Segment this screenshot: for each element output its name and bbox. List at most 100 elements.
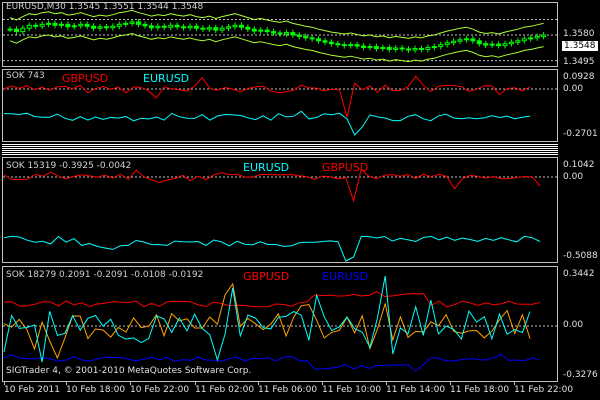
panel2-axis-min: -0.5088: [563, 251, 598, 261]
candle-body: [489, 43, 495, 46]
chart-terminal: EURUSD,M30 1.3545 1.3551 1.3544 1.3548 1…: [0, 0, 600, 400]
candle-body: [444, 42, 450, 46]
candle-body: [361, 45, 367, 49]
candle-body: [219, 27, 225, 31]
panel1-symbol-gbpusd: GBPUSD: [62, 72, 109, 85]
time-axis-label: 11 Feb 22:00: [514, 385, 574, 395]
indicator-pane-3[interactable]: SOK 18279 0.2091 -0.2091 -0.0108 -0.0192…: [0, 266, 600, 382]
indicator-pane-2[interactable]: SOK 15319 -0.3925 -0.0042 EURUSD GBPUSD …: [0, 157, 600, 263]
candle-body: [7, 28, 13, 31]
candle-body: [470, 38, 476, 42]
candle-body: [438, 44, 444, 48]
candle-body: [148, 25, 154, 29]
candle-body: [123, 22, 129, 25]
candle-body: [483, 43, 489, 46]
candle-body: [290, 32, 296, 36]
candle-body: [393, 47, 399, 50]
candle-body: [271, 31, 277, 34]
current-price-tag: 1.3548: [561, 40, 599, 52]
panel2-eurusd-line: [3, 235, 541, 262]
candle-body: [136, 21, 142, 25]
candle-body: [309, 37, 315, 40]
candle-body: [174, 24, 180, 28]
copyright-notice: SIGTrader 4, © 2001-2010 MetaQuotes Soft…: [6, 366, 252, 376]
candle-body: [367, 46, 373, 49]
candle-body: [206, 27, 212, 30]
candle-body: [264, 29, 270, 33]
candle-body: [103, 26, 109, 29]
candle-body: [168, 24, 174, 28]
candle-body: [65, 23, 71, 28]
price-chart-pane[interactable]: EURUSD,M30 1.3545 1.3551 1.3544 1.3548 1…: [0, 0, 600, 68]
envelope-lower-band: [9, 32, 544, 63]
panel3-axis-zero: 0.00: [563, 320, 584, 330]
candle-body: [322, 40, 328, 43]
candle-body: [129, 21, 135, 24]
time-axis-label: 11 Feb 02:00: [195, 385, 255, 395]
price-axis-label-high: 1.3580: [563, 29, 595, 39]
candle-body: [431, 46, 437, 49]
candle-body: [457, 39, 463, 42]
panel1-symbol-eurusd: EURUSD: [143, 72, 190, 85]
candle-body: [238, 24, 244, 28]
panel1-axis-max: 0.0928: [563, 72, 595, 82]
indicator-label-3: SOK 18279 0.2091 -0.2091 -0.0108 -0.0192: [6, 270, 204, 280]
candle-body: [502, 43, 508, 47]
candle-body: [277, 32, 283, 35]
panel3-symbol-eurusd: EURUSD: [322, 270, 369, 283]
candle-body: [335, 43, 341, 46]
candle-body: [71, 25, 77, 28]
time-axis-label: 11 Feb 10:00: [322, 385, 382, 395]
panel2-axis-max: 0.1042: [563, 160, 595, 170]
candle-body: [476, 40, 482, 45]
candle-body: [328, 41, 334, 45]
candle-body: [399, 47, 405, 50]
candle-body: [200, 27, 206, 30]
panel2-symbol-eurusd: EURUSD: [243, 161, 290, 174]
panel1-axis-zero: 0.00: [563, 84, 584, 94]
candle-body: [245, 26, 251, 30]
candle-body: [13, 28, 19, 33]
panel1-eurusd-line: [3, 110, 531, 136]
pane-splitter-lines: [2, 144, 558, 155]
candle-body: [187, 25, 193, 29]
candle-body: [521, 38, 527, 42]
panel3-signal-line: [3, 282, 531, 360]
candle-body: [541, 34, 547, 37]
indicator-pane-1[interactable]: SOK 743 GBPUSD EURUSD 0.0928 0.00 -0.270…: [0, 69, 600, 142]
candle-body: [142, 23, 148, 27]
indicator-label-2: SOK 15319 -0.3925 -0.0042: [6, 161, 132, 171]
time-axis-label: 10 Feb 2011: [4, 385, 61, 395]
candle-body: [418, 48, 424, 50]
envelope-upper-band: [9, 9, 544, 39]
pane-splitter[interactable]: [0, 142, 560, 157]
time-axis: 10 Feb 2011 10 Feb 18:00 10 Feb 22:00 11 Fe…: [0, 382, 600, 400]
candle-body: [463, 38, 469, 41]
candle-body: [78, 23, 84, 27]
time-axis-label: 10 Feb 22:00: [130, 385, 190, 395]
candle-body: [20, 27, 26, 33]
candle-body: [354, 44, 360, 47]
candle-body: [26, 24, 32, 29]
candle-body: [380, 47, 386, 50]
candle-body: [258, 29, 264, 32]
panel3-axis-min: -0.3276: [563, 370, 598, 380]
candle-body: [316, 38, 322, 42]
panel3-axis-max: 0.3442: [563, 269, 595, 279]
time-axis-label: 11 Feb 06:00: [258, 385, 318, 395]
candle-body: [33, 24, 39, 27]
candle-body: [508, 41, 514, 45]
candle-body: [348, 44, 354, 47]
candle-body: [341, 44, 347, 47]
candle-body: [97, 26, 103, 29]
price-axis-label-low: 1.3495: [563, 57, 595, 67]
indicator-plot-3[interactable]: [0, 266, 560, 382]
candle-body: [46, 22, 52, 25]
indicator-label-1: SOK 743: [6, 71, 45, 81]
candle-body: [116, 23, 122, 27]
candle-body: [161, 25, 167, 28]
candle-body: [534, 35, 540, 39]
candle-body: [406, 48, 412, 51]
panel2-axis-zero: 0.00: [563, 172, 584, 182]
candle-body: [373, 46, 379, 49]
